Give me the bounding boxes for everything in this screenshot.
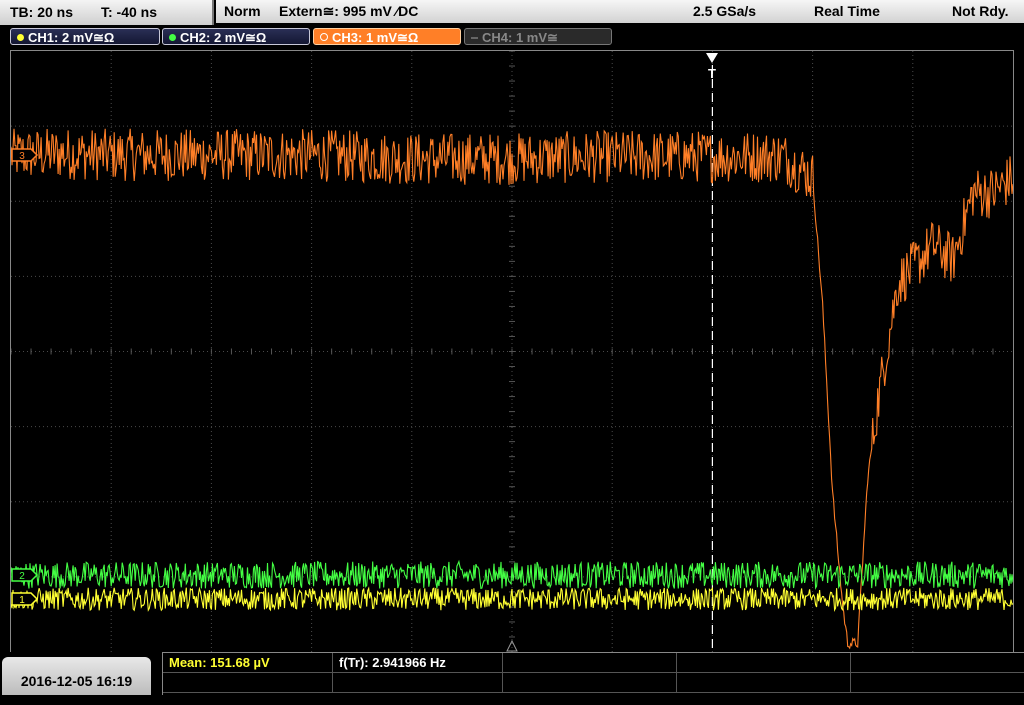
bottom-bar: 2016-12-05 16:19 Mean: 151.68 µV f(Tr): …	[0, 652, 1024, 695]
channel-bar: CH1: 2 mV≅Ω CH2: 2 mV≅Ω CH3: 1 mV≅Ω CH4:…	[0, 26, 1024, 48]
ch3-label: CH3: 1 mV≅Ω	[332, 30, 419, 45]
channel-tab-ch2[interactable]: CH2: 2 mV≅Ω	[162, 28, 310, 45]
trigger-position-marker[interactable]: T	[706, 53, 718, 81]
sample-rate: 2.5 GSa/s	[693, 3, 757, 19]
measurement-slot-3[interactable]	[503, 653, 677, 673]
trigger-source[interactable]: Extern≅: 995 mV ⁄DC	[279, 0, 418, 23]
mean-measurement[interactable]: Mean: 151.68 µV	[163, 653, 333, 673]
ch2-ref-marker[interactable]: 2	[11, 568, 39, 582]
ch2-ref-label: 2	[19, 571, 25, 582]
ch3-ref-marker[interactable]: 3	[11, 148, 39, 162]
waveform-svg: T 3 2 1	[11, 51, 1013, 652]
measurement-slot-9[interactable]	[677, 673, 851, 693]
ch1-label: CH1: 2 mV≅Ω	[28, 30, 115, 45]
trigger-arrow-icon	[706, 53, 718, 63]
acquisition-mode[interactable]: Real Time	[814, 0, 880, 23]
traces	[11, 128, 1013, 650]
channel-tab-ch4[interactable]: CH4: 1 mV≅	[464, 28, 612, 45]
frequency-measurement[interactable]: f(Tr): 2.941966 Hz	[333, 653, 503, 673]
ch4-label: CH4: 1 mV≅	[482, 30, 558, 45]
ch4-off-dash-icon	[471, 37, 478, 39]
measurement-slot-7[interactable]	[333, 673, 503, 693]
measurement-slot-10[interactable]	[851, 673, 1024, 693]
ch3-ref-label: 3	[19, 151, 25, 162]
measurement-slot-5[interactable]	[851, 653, 1024, 673]
measurement-slot-6[interactable]	[163, 673, 333, 693]
ch1-ref-label: 1	[19, 595, 25, 606]
timebase-value[interactable]: TB: 20 ns	[10, 0, 73, 25]
datetime-panel[interactable]: 2016-12-05 16:19	[2, 657, 151, 695]
trigger-marker-label: T	[708, 66, 716, 81]
top-status-bar: TB: 20 ns T: -40 ns Norm Extern≅: 995 mV…	[0, 0, 1024, 26]
measurement-slot-4[interactable]	[677, 653, 851, 673]
ch2-label: CH2: 2 mV≅Ω	[180, 30, 267, 45]
channel-tab-ch3[interactable]: CH3: 1 mV≅Ω	[313, 28, 461, 45]
datetime-label: 2016-12-05 16:19	[20, 673, 133, 689]
measurement-slot-8[interactable]	[503, 673, 677, 693]
trigger-time-value[interactable]: T: -40 ns	[101, 0, 157, 25]
ch1-color-dot-icon	[17, 34, 24, 41]
measurement-panel[interactable]: Mean: 151.68 µV f(Tr): 2.941966 Hz	[162, 652, 1024, 695]
waveform-display[interactable]: T 3 2 1	[10, 50, 1014, 653]
horizontal-position-icon	[506, 639, 518, 652]
acquisition-status: Not Rdy.	[952, 3, 1009, 19]
channel-tab-ch1[interactable]: CH1: 2 mV≅Ω	[10, 28, 160, 45]
trigger-mode[interactable]: Norm	[224, 0, 261, 23]
timebase-panel[interactable]: TB: 20 ns T: -40 ns	[0, 0, 214, 25]
ch3-color-dot-icon	[320, 33, 328, 41]
trigger-panel[interactable]: Norm Extern≅: 995 mV ⁄DC 2.5 GSa/s Real …	[216, 0, 1024, 23]
ch2-color-dot-icon	[169, 34, 176, 41]
